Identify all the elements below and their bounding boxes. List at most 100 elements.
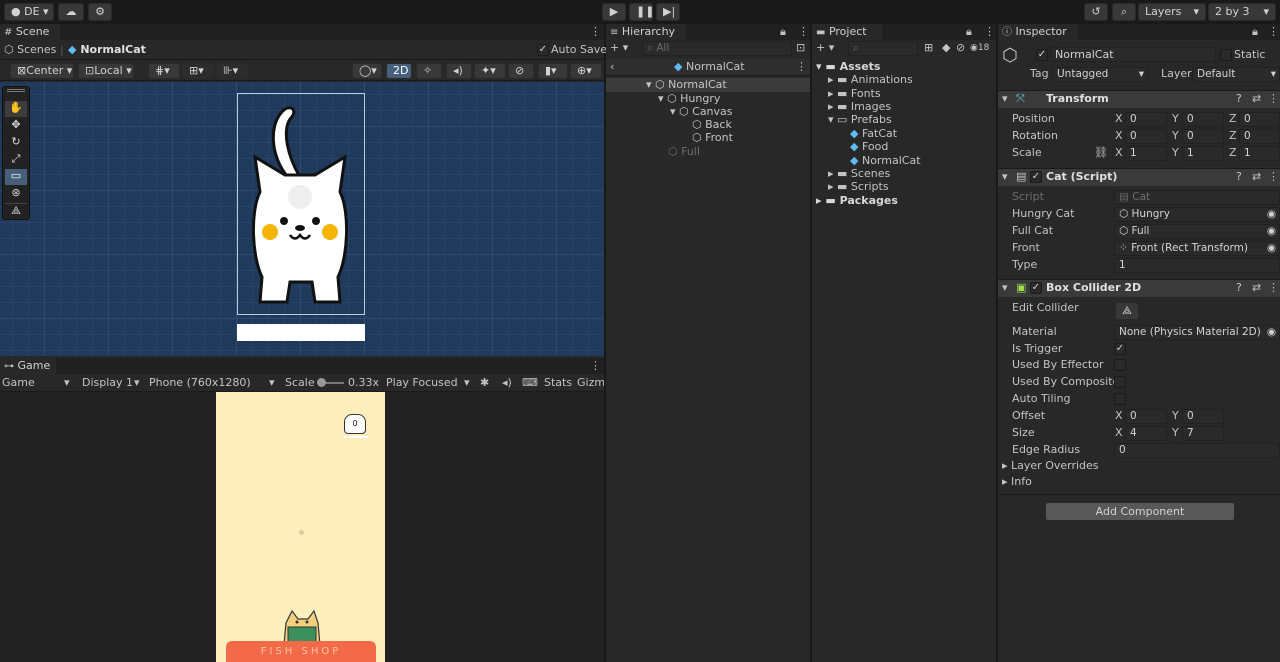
mute-audio-icon[interactable]: ◂) bbox=[502, 376, 512, 390]
edit-collider-button[interactable]: ⟁ bbox=[1115, 302, 1139, 320]
tree-item-full[interactable]: ⬡ Full bbox=[668, 145, 700, 158]
visibility-button[interactable]: ⊘ bbox=[508, 63, 534, 79]
cat-bar-sprite[interactable] bbox=[237, 324, 365, 341]
edge-radius-field[interactable]: 0 bbox=[1114, 443, 1280, 458]
cat-sprite[interactable] bbox=[240, 97, 360, 312]
rect-tool[interactable]: ▭ bbox=[5, 169, 27, 185]
gameobject-large-icon[interactable]: ⬡ bbox=[1002, 46, 1018, 66]
preset-icon[interactable]: ⇄ bbox=[1252, 170, 1261, 184]
folder-fonts[interactable]: ▸ ▬ Fonts bbox=[828, 87, 881, 100]
folder-packages[interactable]: ▸ ▬ Packages bbox=[816, 194, 898, 207]
project-menu-icon[interactable]: ⋮ bbox=[984, 25, 995, 39]
history-button[interactable]: ↺ bbox=[1084, 3, 1108, 21]
folder-prefabs[interactable]: ▾ ▭ Prefabs bbox=[828, 113, 892, 126]
inspector-menu-icon[interactable]: ⋮ bbox=[1268, 25, 1279, 39]
custom-tool[interactable]: ⟁ bbox=[5, 203, 27, 219]
folder-images[interactable]: ▸ ▬ Images bbox=[828, 100, 891, 113]
mode-2d-button[interactable]: 2D bbox=[386, 63, 412, 79]
tab-hierarchy[interactable]: ≡ Hierarchy bbox=[606, 24, 686, 40]
search-filter-icon[interactable]: ⊡ bbox=[796, 41, 805, 55]
object-picker-icon[interactable]: ◉ bbox=[1267, 242, 1276, 255]
audio-button[interactable]: ◂) bbox=[446, 63, 472, 79]
warning-filter-icon[interactable]: ⊘ bbox=[956, 41, 965, 55]
position-y-field[interactable]: 0 bbox=[1182, 112, 1224, 127]
transform-header[interactable]: ▾ ⤧ Transform ? ⇄ ⋮ bbox=[998, 90, 1280, 108]
prefab-fatcat[interactable]: ◆ FatCat bbox=[850, 127, 897, 140]
active-checkbox[interactable]: ✓ bbox=[1036, 49, 1048, 61]
tree-item-front[interactable]: ⬡ Front bbox=[692, 131, 733, 144]
rotation-x-field[interactable]: 0 bbox=[1125, 129, 1167, 144]
hierarchy-add-button[interactable]: + ▾ bbox=[610, 41, 628, 55]
breadcrumb-current[interactable]: ◆ NormalCat bbox=[68, 43, 146, 57]
type-field[interactable]: 1 bbox=[1114, 258, 1280, 273]
used-by-effector-checkbox[interactable] bbox=[1114, 359, 1126, 371]
offset-y-field[interactable]: 0 bbox=[1182, 409, 1224, 424]
folder-scripts[interactable]: ▸ ▬ Scripts bbox=[828, 180, 889, 193]
rotation-z-field[interactable]: 0 bbox=[1239, 129, 1280, 144]
camera-button[interactable]: ▮▾ bbox=[538, 63, 568, 79]
tab-inspector[interactable]: ⓘ Inspector bbox=[998, 24, 1078, 40]
position-z-field[interactable]: 0 bbox=[1239, 112, 1280, 127]
help-icon[interactable]: ? bbox=[1236, 281, 1242, 295]
tab-game[interactable]: ⊶ Game bbox=[0, 358, 56, 374]
tab-scene[interactable]: # Scene bbox=[0, 24, 60, 40]
back-arrow-icon[interactable]: ‹ bbox=[610, 60, 614, 74]
gizmos-button[interactable]: ⊕▾ bbox=[570, 63, 602, 79]
lighting-button[interactable]: ✧ bbox=[416, 63, 442, 79]
search-button[interactable]: ⌕ bbox=[1112, 3, 1136, 21]
scale-tool[interactable]: ⤢ bbox=[5, 152, 27, 168]
prefab-food[interactable]: ◆ Food bbox=[850, 140, 888, 153]
tab-project[interactable]: ▬ Project bbox=[812, 24, 882, 40]
help-icon[interactable]: ? bbox=[1236, 92, 1242, 106]
material-field[interactable]: None (Physics Material 2D) ◉ bbox=[1114, 325, 1280, 340]
size-x-field[interactable]: 4 bbox=[1125, 426, 1167, 441]
full-cat-field[interactable]: ⬡ Full ◉ bbox=[1114, 224, 1280, 239]
component-menu-icon[interactable]: ⋮ bbox=[1268, 281, 1279, 295]
folder-animations[interactable]: ▸ ▬ Animations bbox=[828, 73, 913, 86]
size-y-field[interactable]: 7 bbox=[1182, 426, 1224, 441]
cloud-button[interactable]: ☁ bbox=[58, 3, 84, 21]
box-collider-header[interactable]: ▾ ▣ ✓ Box Collider 2D ? ⇄ ⋮ bbox=[998, 279, 1280, 297]
used-by-composite-checkbox[interactable] bbox=[1114, 376, 1126, 388]
type-filter-icon[interactable]: ⊞ bbox=[924, 41, 933, 55]
increment-snap-button[interactable]: ⊞▾ bbox=[182, 63, 214, 79]
scene-menu-icon[interactable]: ⋮ bbox=[590, 25, 601, 39]
effects-button[interactable]: ✦▾ bbox=[474, 63, 506, 79]
hierarchy-menu-icon[interactable]: ⋮ bbox=[798, 25, 809, 39]
game-menu-icon[interactable]: ⋮ bbox=[590, 359, 601, 373]
tree-item-canvas[interactable]: ▾ ⬡ Canvas bbox=[670, 105, 733, 118]
cat-script-enabled-checkbox[interactable]: ✓ bbox=[1030, 171, 1042, 183]
bug-icon[interactable]: ✱ bbox=[480, 376, 489, 390]
folder-assets[interactable]: ▾ ▬ Assets bbox=[816, 60, 880, 73]
prefab-root[interactable]: ◆ NormalCat bbox=[674, 60, 745, 74]
object-picker-icon[interactable]: ◉ bbox=[1267, 326, 1276, 339]
add-component-button[interactable]: Add Component bbox=[1045, 502, 1235, 521]
preset-icon[interactable]: ⇄ bbox=[1252, 92, 1261, 106]
transform-tool[interactable]: ⊛ bbox=[5, 186, 27, 202]
front-field[interactable]: ⁘ Front (Rect Transform) ◉ bbox=[1114, 241, 1280, 256]
help-icon[interactable]: ? bbox=[1236, 170, 1242, 184]
scale-slider-thumb[interactable] bbox=[317, 378, 326, 387]
is-trigger-checkbox[interactable]: ✓ bbox=[1114, 343, 1126, 355]
layer-dropdown[interactable]: Default ▾ bbox=[1192, 67, 1280, 82]
layer-overrides-foldout[interactable]: ▸ Layer Overrides bbox=[1002, 459, 1099, 473]
folder-scenes[interactable]: ▸ ▬ Scenes bbox=[828, 167, 890, 180]
cat-script-header[interactable]: ▾ ▤ ✓ Cat (Script) ? ⇄ ⋮ bbox=[998, 168, 1280, 186]
info-foldout[interactable]: ▸ Info bbox=[1002, 475, 1032, 489]
step-button[interactable]: ▶| bbox=[656, 3, 680, 21]
object-name-field[interactable]: NormalCat bbox=[1050, 47, 1216, 62]
palette-handle[interactable] bbox=[7, 89, 25, 92]
pivot-dropdown[interactable]: ⊠Center ▾ bbox=[10, 63, 74, 79]
space-dropdown[interactable]: ⊡Local ▾ bbox=[78, 63, 134, 79]
lock-icon[interactable]: 🔒︎ bbox=[1252, 25, 1258, 39]
play-button[interactable]: ▶ bbox=[602, 3, 626, 21]
scale-x-field[interactable]: 1 bbox=[1125, 146, 1167, 161]
scale-z-field[interactable]: 1 bbox=[1239, 146, 1280, 161]
hand-tool[interactable]: ✋ bbox=[5, 101, 27, 117]
tree-item-hungry[interactable]: ▾ ⬡ Hungry bbox=[658, 92, 720, 105]
static-checkbox[interactable] bbox=[1220, 49, 1232, 61]
services-button[interactable]: ⚙ bbox=[88, 3, 112, 21]
tag-dropdown[interactable]: Untagged ▾ bbox=[1052, 67, 1148, 82]
shortcuts-icon[interactable]: ⌨ bbox=[522, 376, 538, 390]
play-mode-dropdown[interactable]: Play Focused ▾ bbox=[386, 376, 472, 390]
